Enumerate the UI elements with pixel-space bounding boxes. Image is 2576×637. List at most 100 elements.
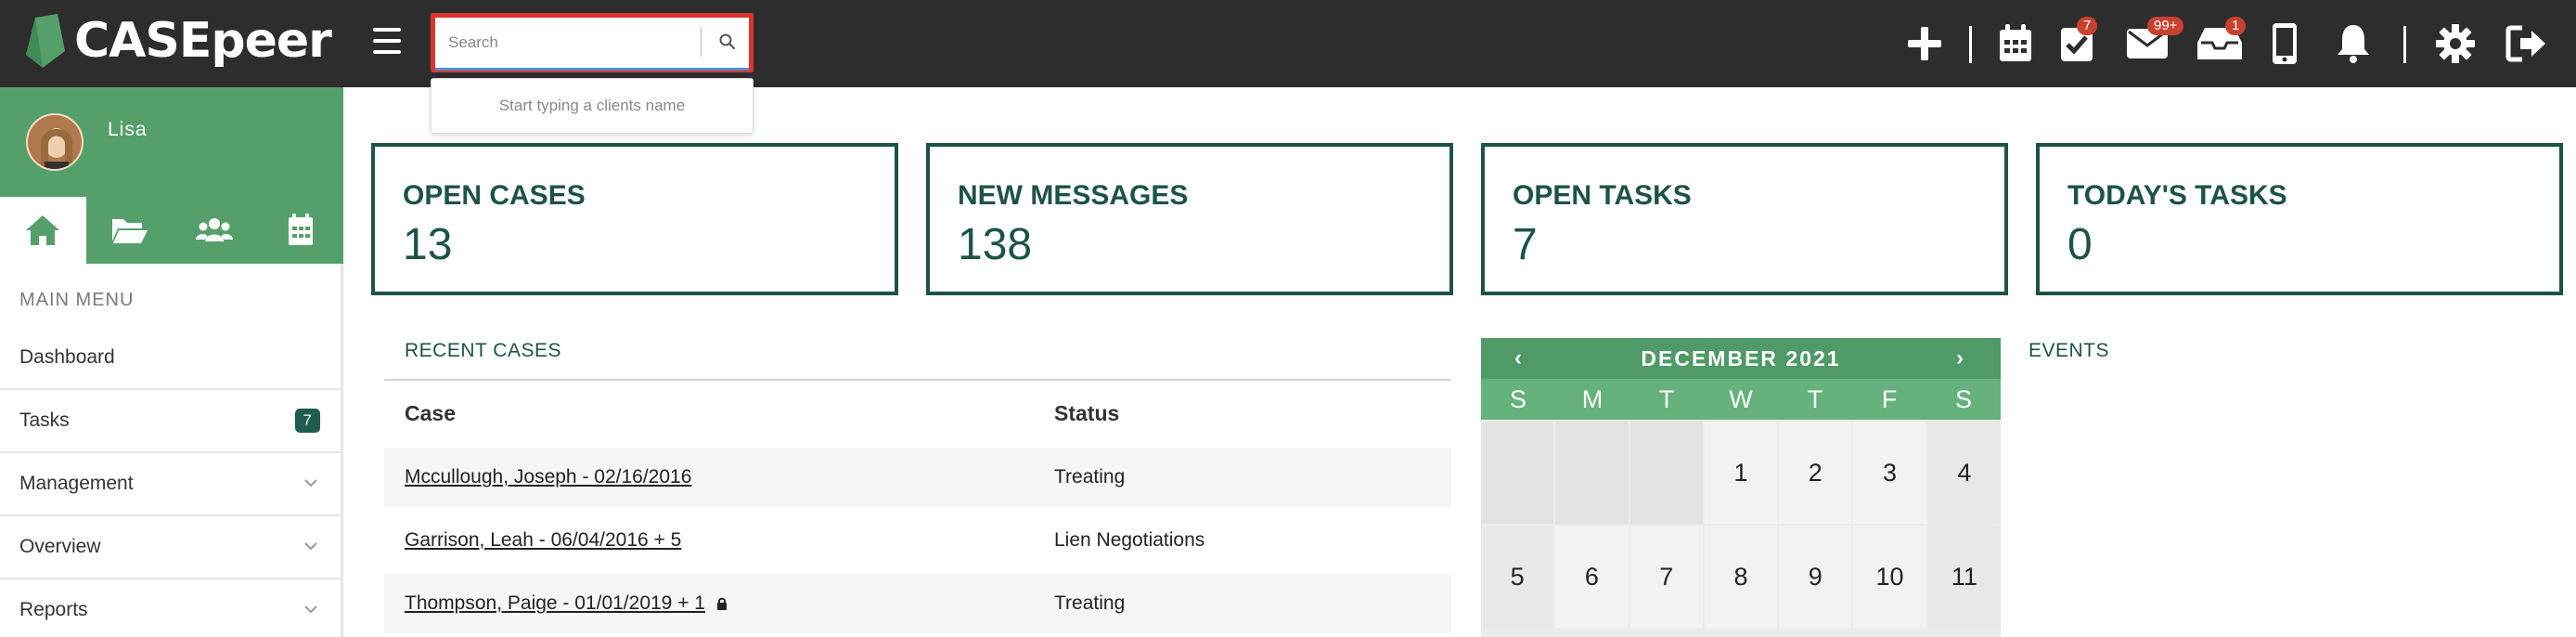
stat-label: NEW MESSAGES: [958, 180, 1189, 211]
sidebar-item-overview[interactable]: Overview: [0, 516, 341, 579]
calendar-day[interactable]: 2: [1779, 422, 1852, 524]
weekday-label: T: [1807, 385, 1823, 413]
bell-icon: [2338, 25, 2369, 63]
case-link[interactable]: Mccullough, Joseph - 02/16/2016: [405, 466, 691, 488]
search-input[interactable]: [441, 23, 701, 62]
calendar-grid: 1 2 3 4 5 6 7 8 9 10 11: [1481, 422, 2001, 628]
toolbar-separator: [2403, 26, 2406, 63]
sidebar-item-tasks[interactable]: Tasks 7: [0, 390, 341, 453]
sidebar-item-label: Reports: [19, 599, 88, 620]
calendar-day[interactable]: 10: [1853, 526, 1926, 628]
tasks-count-badge: 7: [294, 409, 320, 433]
tasks-badge: 7: [2077, 17, 2098, 35]
table-row: Mccullough, Joseph - 02/16/2016 Treating: [384, 448, 1451, 507]
weekday-label: F: [1881, 385, 1898, 413]
calendar-day[interactable]: 3: [1853, 422, 1926, 524]
weekday-label: M: [1581, 385, 1604, 413]
sidebar: Lisa MAIN MENU Dashboard Tasks 7 Managem…: [0, 87, 343, 637]
add-button[interactable]: [1904, 20, 1945, 67]
tab-contacts[interactable]: [172, 197, 258, 264]
calendar-next-button[interactable]: ›: [1956, 345, 1964, 371]
chevron-down-icon: [304, 542, 317, 551]
notifications-button[interactable]: [2335, 20, 2372, 67]
column-header-status: Status: [1054, 401, 1120, 425]
avatar[interactable]: [26, 113, 84, 171]
case-status: Treating: [1054, 592, 1126, 614]
leaf-logo-icon: [26, 14, 65, 68]
case-status: Lien Negotiations: [1054, 529, 1205, 551]
stat-label: OPEN CASES: [403, 180, 586, 211]
sidebar-item-label: Overview: [19, 536, 101, 557]
stat-card-todays-tasks[interactable]: TODAY'S TASKS 0: [2036, 143, 2563, 295]
stat-card-new-messages[interactable]: NEW MESSAGES 138: [926, 143, 1453, 295]
calendar-day-empty: [1629, 422, 1703, 524]
sidebar-item-dashboard[interactable]: Dashboard: [0, 327, 341, 390]
case-link[interactable]: Garrison, Leah - 06/04/2016 + 5: [405, 529, 681, 552]
search-button[interactable]: [710, 25, 745, 58]
search-hint-text: Start typing a clients name: [498, 97, 686, 114]
stat-value: 0: [2067, 220, 2093, 269]
tab-cases[interactable]: [86, 197, 173, 264]
hamburger-menu-icon[interactable]: [373, 28, 401, 54]
mobile-button[interactable]: [2270, 20, 2299, 67]
calendar-day[interactable]: 1: [1704, 422, 1778, 524]
stat-value: 138: [958, 220, 1033, 269]
weekday-label: S: [1954, 385, 1972, 413]
weekday-label: W: [1729, 385, 1753, 413]
chevron-down-icon: [304, 479, 317, 488]
calendar-day[interactable]: 11: [1927, 526, 2001, 628]
tab-calendar[interactable]: [258, 197, 344, 264]
sidebar-item-label: Tasks: [19, 410, 70, 431]
weekday-label: S: [1509, 385, 1526, 413]
logout-button[interactable]: [2505, 20, 2548, 67]
section-divider: [384, 379, 1451, 381]
stat-label: TODAY'S TASKS: [2067, 180, 2287, 211]
sidebar-item-label: Management: [19, 473, 134, 494]
calendar-button[interactable]: [1995, 20, 2036, 67]
calendar-day-empty: [1481, 422, 1554, 524]
weekday-label: T: [1658, 385, 1675, 413]
top-bar: CASEpeer 7 99+ 1: [0, 0, 2576, 87]
case-link[interactable]: Thompson, Paige - 01/01/2019 + 1: [405, 592, 705, 614]
search-divider: [701, 27, 702, 57]
recent-cases-title: RECENT CASES: [405, 340, 561, 361]
calendar-day-empty: [1555, 422, 1629, 524]
search-suggestions-dropdown: Start typing a clients name: [431, 78, 753, 134]
calendar-month-title: DECEMBER 2021: [1641, 346, 1841, 370]
user-profile[interactable]: Lisa: [0, 87, 343, 197]
messages-badge: 99+: [2147, 17, 2184, 35]
search-box: [431, 13, 753, 72]
mobile-phone-icon: [2273, 23, 2297, 64]
chevron-down-icon: [304, 605, 317, 614]
stat-card-open-tasks[interactable]: OPEN TASKS 7: [1481, 143, 2008, 295]
calendar-day[interactable]: 6: [1555, 526, 1629, 628]
calendar-day[interactable]: 7: [1629, 526, 1703, 628]
events-title: EVENTS: [2029, 340, 2110, 361]
calendar-day[interactable]: 8: [1704, 526, 1778, 628]
users-icon: [196, 218, 234, 241]
calendar-day[interactable]: 4: [1927, 422, 2001, 524]
inbox-button[interactable]: 1: [2196, 17, 2247, 67]
casepeer-logo[interactable]: CASEpeer: [26, 13, 332, 69]
tab-home[interactable]: [0, 197, 86, 264]
search-icon: [719, 33, 736, 50]
stat-card-open-cases[interactable]: OPEN CASES 13: [371, 143, 898, 295]
calendar-icon: [2000, 24, 2031, 61]
lock-icon: [716, 598, 727, 611]
table-row: Garrison, Leah - 06/04/2016 + 5 Lien Neg…: [384, 511, 1451, 570]
column-header-case: Case: [405, 401, 456, 425]
inbox-badge: 1: [2225, 17, 2247, 35]
calendar-day[interactable]: 5: [1481, 526, 1554, 628]
sidebar-tabs: [0, 197, 343, 264]
settings-button[interactable]: [2435, 20, 2476, 67]
sidebar-item-reports[interactable]: Reports: [0, 579, 341, 637]
sidebar-item-management[interactable]: Management: [0, 453, 341, 516]
search-focus-underline: [435, 68, 749, 71]
messages-button[interactable]: 99+: [2125, 17, 2184, 67]
sidebar-item-label: Dashboard: [19, 346, 115, 368]
calendar-icon: [288, 214, 313, 245]
gear-icon: [2436, 24, 2475, 63]
tasks-button[interactable]: 7: [2056, 17, 2098, 67]
stat-label: OPEN TASKS: [1513, 180, 1692, 211]
calendar-day[interactable]: 9: [1779, 526, 1852, 628]
